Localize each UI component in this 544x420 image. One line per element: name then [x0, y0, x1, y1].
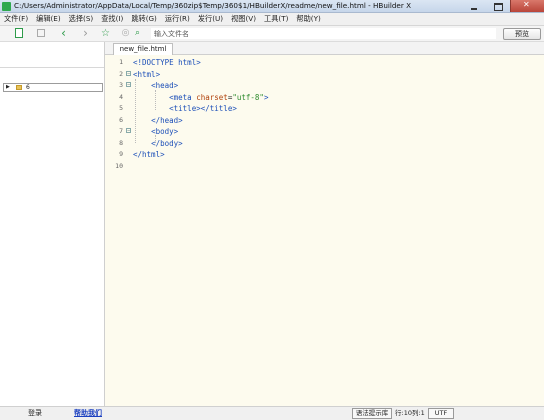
code-token: "utf-8" [232, 92, 264, 102]
code-line[interactable]: 3− <head> [105, 80, 544, 91]
code-text: <html> [133, 69, 160, 80]
minimize-button[interactable] [462, 0, 486, 12]
code-token: <title></title> [169, 104, 237, 113]
menu-edit[interactable]: 编辑(E) [32, 13, 65, 25]
code-line[interactable]: 8 </body> [105, 138, 544, 149]
circle-icon[interactable]: ◎ [120, 28, 131, 39]
line-number: 5 [119, 104, 123, 112]
hbuilder-app-icon [2, 2, 11, 11]
code-token: </html> [133, 150, 165, 159]
line-number: 4 [119, 92, 123, 101]
code-line[interactable]: 2− <html> [105, 69, 544, 80]
fold-toggle-icon[interactable]: − [126, 70, 131, 76]
code-editor[interactable]: 1 <!DOCTYPE html> 2− <html> 3− <head> 4 <meta… [105, 55, 544, 406]
menu-bar: 文件(F) 编辑(E) 选择(S) 查找(I) 跳转(G) 运行(R) 发行(U… [0, 13, 544, 26]
new-file-icon[interactable] [14, 28, 25, 39]
code-text: <title></title> [133, 103, 237, 114]
line-number: 1 [119, 58, 123, 66]
editor-tab-strip: new_file.html [105, 42, 544, 55]
code-line[interactable]: 10 [105, 161, 544, 172]
code-text: </html> [133, 149, 165, 160]
menu-view[interactable]: 视图(V) [227, 13, 260, 25]
toolbar: ‹ › ☆ ◎ ⌕ 预览 [0, 26, 544, 42]
forward-arrow-icon[interactable]: › [80, 27, 91, 39]
code-text: <!DOCTYPE html> [133, 57, 201, 68]
favorite-star-icon[interactable]: ☆ [100, 28, 111, 39]
title-bar: C:/Users/Administrator/AppData/Local/Tem… [0, 0, 544, 13]
menu-help[interactable]: 帮助(Y) [292, 13, 324, 25]
tree-item-label: 6 [26, 84, 30, 91]
code-text: <meta charset="utf-8"> [133, 92, 268, 103]
line-number: 6 [119, 115, 123, 124]
line-number: 9 [119, 150, 123, 158]
tab-new-file[interactable]: new_file.html [113, 43, 173, 55]
code-token: </head> [151, 115, 183, 125]
code-line[interactable]: 9 </html> [105, 149, 544, 160]
maximize-button[interactable] [486, 0, 510, 12]
help-us-link[interactable]: 帮助我们 [74, 408, 102, 419]
project-panel-header [0, 42, 104, 68]
menu-publish[interactable]: 发行(U) [194, 13, 227, 25]
encoding-selector[interactable]: UTF [428, 408, 454, 419]
code-token: <meta [169, 92, 197, 102]
cursor-position: 行:10列:1 [395, 409, 425, 417]
code-text: </body> [133, 138, 183, 149]
folder-icon [16, 85, 22, 90]
status-bar: 登录 帮助我们 语法提示库 行:10列:1 UTF [0, 406, 544, 420]
code-token: </body> [151, 138, 183, 148]
line-number: 8 [119, 138, 123, 147]
line-number: 2 [119, 69, 123, 78]
save-icon[interactable] [36, 28, 47, 39]
menu-file[interactable]: 文件(F) [0, 13, 32, 25]
code-text: </head> [133, 115, 183, 126]
code-line[interactable]: 1 <!DOCTYPE html> [105, 57, 544, 68]
back-arrow-icon[interactable]: ‹ [58, 27, 69, 39]
code-line[interactable]: 5 <title></title> [105, 103, 544, 114]
menu-select[interactable]: 选择(S) [65, 13, 98, 25]
code-token: <html> [133, 69, 161, 79]
fold-toggle-icon[interactable]: − [126, 128, 131, 134]
code-token: > [263, 92, 269, 102]
code-token: <body> [151, 127, 179, 136]
file-search-input[interactable] [151, 28, 496, 39]
find-icon[interactable]: ⌕ [132, 28, 143, 39]
menu-tools[interactable]: 工具(T) [260, 13, 292, 25]
syntax-hint-button[interactable]: 语法提示库 [352, 408, 392, 419]
login-link[interactable]: 登录 [28, 408, 42, 419]
menu-run[interactable]: 运行(R) [161, 13, 194, 25]
code-text: <head> [133, 80, 178, 91]
window-controls [462, 0, 544, 12]
code-token: <!DOCTYPE html> [133, 58, 201, 67]
code-line[interactable]: 7− <body> [105, 126, 544, 137]
code-token: charset [196, 92, 228, 102]
tree-item[interactable]: ▶ 6 [3, 83, 103, 92]
fold-toggle-icon[interactable]: − [126, 82, 131, 88]
preview-button[interactable]: 预览 [503, 28, 541, 40]
menu-find[interactable]: 查找(I) [97, 13, 127, 25]
window-title: C:/Users/Administrator/AppData/Local/Tem… [14, 1, 412, 10]
expand-arrow-icon[interactable]: ▶ [6, 84, 10, 91]
code-text: <body> [133, 126, 178, 137]
close-button[interactable] [510, 0, 544, 12]
code-line[interactable]: 4 <meta charset="utf-8"> [105, 92, 544, 103]
line-number: 10 [115, 161, 123, 170]
code-line[interactable]: 6 </head> [105, 115, 544, 126]
line-number: 7 [119, 127, 123, 135]
menu-goto[interactable]: 跳转(G) [127, 13, 161, 25]
code-token: <head> [151, 81, 179, 90]
project-panel: ▶ 6 [0, 42, 105, 406]
line-number: 3 [119, 81, 123, 89]
